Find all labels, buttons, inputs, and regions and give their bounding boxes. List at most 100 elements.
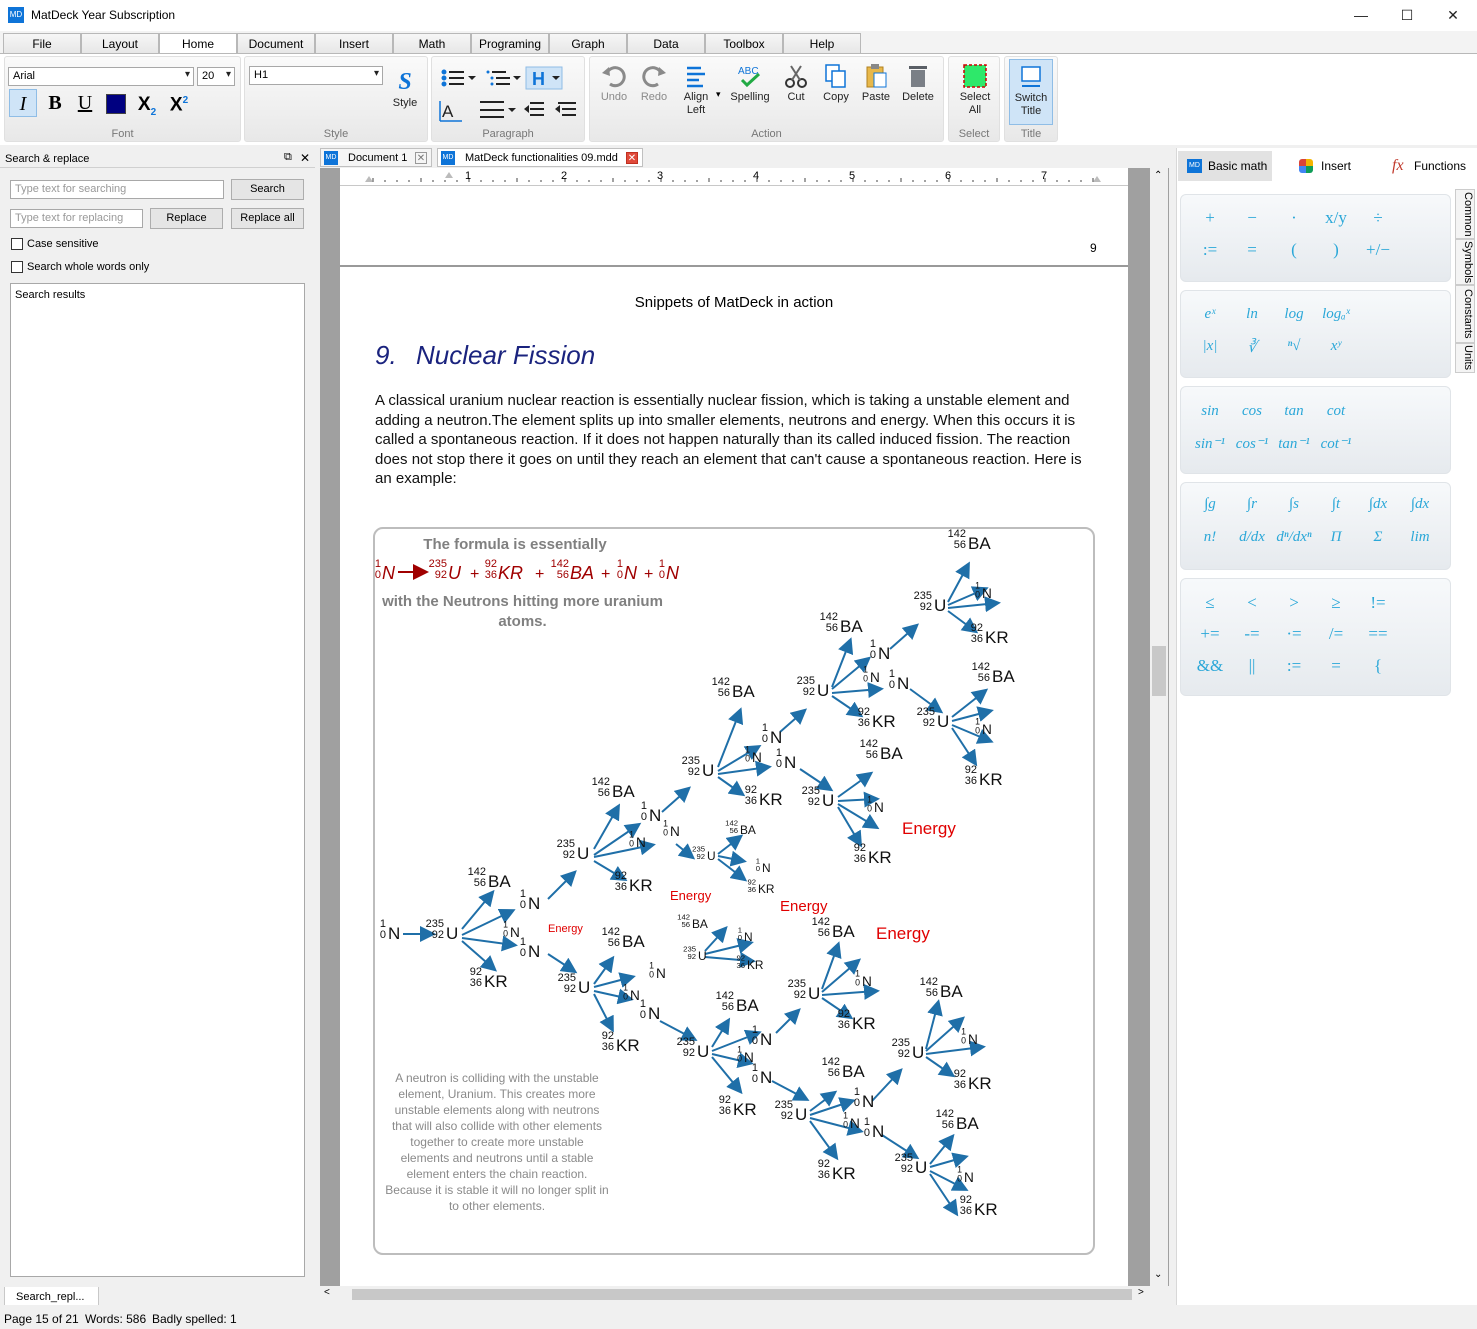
math-operator-button[interactable]: := xyxy=(1190,240,1230,260)
maximize-button[interactable]: ☐ xyxy=(1384,0,1430,31)
math-trig-button[interactable]: tan xyxy=(1274,403,1314,420)
math-trig-button[interactable]: cot xyxy=(1316,403,1356,420)
math-compare-button[interactable]: -= xyxy=(1232,624,1272,644)
doc-tab-close-icon[interactable]: ✕ xyxy=(626,152,638,164)
tab-file[interactable]: File xyxy=(3,33,81,54)
align-left-button[interactable]: Align Left xyxy=(676,63,716,117)
math-operator-button[interactable]: · xyxy=(1274,208,1314,228)
close-button[interactable]: ✕ xyxy=(1430,0,1476,31)
math-operator-button[interactable]: x/y xyxy=(1316,208,1356,228)
subscript-icon[interactable]: X2 xyxy=(133,91,161,119)
font-color-icon[interactable] xyxy=(106,94,126,114)
vertical-scrollbar[interactable]: ⌃ ⌄ xyxy=(1150,168,1168,1286)
doc-tab-close-icon[interactable]: ✕ xyxy=(415,152,427,164)
paragraph-icons[interactable]: H A xyxy=(438,65,582,125)
superscript-icon[interactable]: X2 xyxy=(165,87,193,115)
math-function-button[interactable]: logₐˣ xyxy=(1316,306,1356,323)
panel-close-icon[interactable]: ✕ xyxy=(300,151,310,165)
font-size-select[interactable]: 20 xyxy=(197,67,235,86)
side-tab-symbols[interactable]: Symbols xyxy=(1455,239,1475,285)
math-trig-button[interactable]: cot⁻¹ xyxy=(1316,434,1356,453)
side-tab-units[interactable]: Units xyxy=(1455,343,1475,373)
hscroll-thumb[interactable] xyxy=(352,1289,1132,1300)
replace-button[interactable]: Replace xyxy=(150,208,223,229)
case-sensitive-checkbox[interactable] xyxy=(11,238,23,250)
tab-layout[interactable]: Layout xyxy=(81,33,159,54)
math-operator-button[interactable]: − xyxy=(1232,208,1272,228)
tab-document[interactable]: Document xyxy=(237,33,315,54)
whole-words-checkbox[interactable] xyxy=(11,261,23,273)
redo-button[interactable]: Redo xyxy=(634,63,674,104)
side-tab-constants[interactable]: Constants xyxy=(1455,285,1475,343)
doc-tab-document1[interactable]: MD Document 1 ✕ xyxy=(320,148,432,167)
math-compare-button[interactable]: && xyxy=(1190,656,1230,676)
font-family-select[interactable]: Arial xyxy=(8,67,194,86)
math-calculus-button[interactable]: dⁿ/dxⁿ xyxy=(1274,529,1314,546)
math-compare-button[interactable]: ·= xyxy=(1274,624,1314,644)
math-trig-button[interactable]: sin⁻¹ xyxy=(1190,434,1230,453)
scroll-right-icon[interactable]: > xyxy=(1138,1287,1144,1298)
math-operator-button[interactable]: + xyxy=(1190,208,1230,228)
math-compare-button[interactable]: > xyxy=(1274,593,1314,613)
math-calculus-button[interactable]: ∫dx xyxy=(1358,496,1398,513)
cut-button[interactable]: Cut xyxy=(776,63,816,104)
search-results-list[interactable]: Search results xyxy=(10,283,305,1277)
math-function-button[interactable]: ⁿ√ xyxy=(1274,338,1314,355)
math-trig-button[interactable]: sin xyxy=(1190,403,1230,420)
tab-data[interactable]: Data xyxy=(627,33,705,54)
math-calculus-button[interactable]: lim xyxy=(1400,529,1440,546)
math-compare-button[interactable]: /= xyxy=(1316,624,1356,644)
math-operator-button[interactable]: ) xyxy=(1316,240,1356,260)
math-calculus-button[interactable]: ∫g xyxy=(1190,496,1230,513)
scroll-thumb[interactable] xyxy=(1152,646,1166,696)
align-dropdown-icon[interactable]: ▾ xyxy=(716,89,721,100)
select-all-button[interactable]: Select All xyxy=(953,63,997,117)
scroll-left-icon[interactable]: < xyxy=(324,1287,330,1298)
minimize-button[interactable]: — xyxy=(1338,0,1384,31)
math-function-button[interactable]: ln xyxy=(1232,306,1272,323)
replace-input[interactable]: Type text for replacing xyxy=(10,209,143,228)
math-calculus-button[interactable]: n! xyxy=(1190,529,1230,546)
search-input[interactable]: Type text for searching xyxy=(10,180,224,199)
tab-home[interactable]: Home xyxy=(159,33,237,55)
math-compare-button[interactable]: == xyxy=(1358,624,1398,644)
math-trig-button[interactable]: cos⁻¹ xyxy=(1232,434,1272,453)
ruler[interactable]: 1 2 3 4 5 6 7 xyxy=(340,168,1128,186)
math-operator-button[interactable]: ( xyxy=(1274,240,1314,260)
italic-icon[interactable]: I xyxy=(9,89,37,117)
math-function-button[interactable]: |x| xyxy=(1190,338,1230,355)
math-compare-button[interactable]: < xyxy=(1232,593,1272,613)
math-compare-button[interactable]: ≥ xyxy=(1316,593,1356,613)
tab-programing[interactable]: Programing xyxy=(471,33,549,54)
math-function-button[interactable]: log xyxy=(1274,306,1314,323)
replace-all-button[interactable]: Replace all xyxy=(231,208,304,229)
style-select[interactable]: H1 xyxy=(249,66,383,85)
math-compare-button[interactable]: = xyxy=(1316,656,1356,676)
math-calculus-button[interactable]: ∫dx xyxy=(1400,496,1440,513)
tab-insert[interactable]: Insert xyxy=(315,33,393,54)
math-function-button[interactable]: eˣ xyxy=(1190,306,1230,323)
tab-graph[interactable]: Graph xyxy=(549,33,627,54)
tab-basic-math[interactable]: MD Basic math xyxy=(1178,151,1272,181)
undo-button[interactable]: Undo xyxy=(594,63,634,104)
math-compare-button[interactable]: != xyxy=(1358,593,1398,613)
search-button[interactable]: Search xyxy=(231,179,304,200)
math-compare-button[interactable]: { xyxy=(1358,656,1398,676)
scroll-down-icon[interactable]: ⌄ xyxy=(1154,1269,1162,1280)
math-calculus-button[interactable]: Π xyxy=(1316,529,1356,546)
math-calculus-button[interactable]: Σ xyxy=(1358,529,1398,546)
tab-math[interactable]: Math xyxy=(393,33,471,54)
math-operator-button[interactable]: ÷ xyxy=(1358,208,1398,228)
doc-tab-matdeck[interactable]: MD MatDeck functionalities 09.mdd ✕ xyxy=(437,148,643,167)
copy-button[interactable]: Copy xyxy=(816,63,856,104)
underline-icon[interactable]: U xyxy=(71,89,99,117)
math-compare-button[interactable]: ≤ xyxy=(1190,593,1230,613)
tab-help[interactable]: Help xyxy=(783,33,861,54)
math-function-button[interactable]: xʸ xyxy=(1316,338,1356,355)
style-button[interactable]: S Style xyxy=(385,69,425,110)
math-compare-button[interactable]: || xyxy=(1232,656,1272,676)
horizontal-scrollbar[interactable]: < > xyxy=(320,1286,1150,1303)
bold-icon[interactable]: B xyxy=(41,89,69,117)
math-operator-button[interactable]: +/− xyxy=(1358,240,1398,260)
math-calculus-button[interactable]: d/dx xyxy=(1232,529,1272,546)
